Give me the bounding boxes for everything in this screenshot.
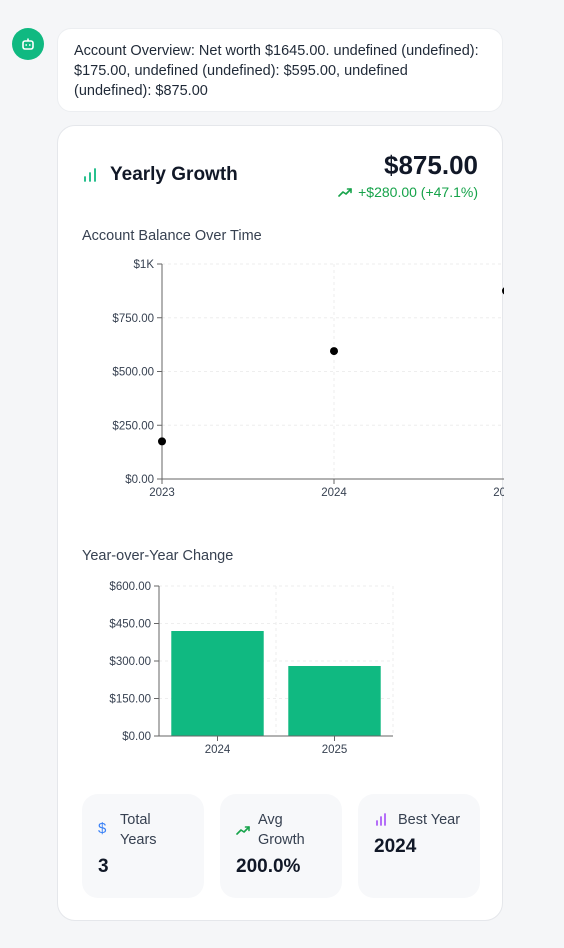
trending-up-icon — [236, 826, 250, 835]
assistant-avatar — [12, 28, 44, 60]
dollar-icon: $ — [98, 820, 107, 837]
y-tick-label: $750.00 — [112, 313, 154, 325]
stat-value: 3 — [98, 856, 109, 877]
stat-avg-growth: Avg Growth 200.0% — [220, 794, 342, 898]
stat-label: Total Years — [120, 812, 157, 848]
trending-up-icon — [338, 188, 352, 197]
x-tick-label: 2024 — [321, 487, 347, 499]
bar-chart-icon — [84, 168, 96, 182]
data-point — [158, 437, 166, 446]
card-title: Yearly Growth — [110, 164, 238, 185]
y-tick-label: $450.00 — [109, 619, 151, 631]
y-tick-label: $250.00 — [112, 420, 154, 432]
data-point — [502, 287, 504, 295]
x-tick-label: 2023 — [149, 487, 175, 499]
bar — [288, 666, 381, 736]
stat-value: 200.0% — [236, 856, 301, 877]
stat-best-year: Best Year 2024 — [358, 794, 480, 898]
current-value: $875.00 — [384, 150, 478, 180]
growth-change-text: +$280.00 (+47.1%) — [358, 184, 478, 200]
stat-label: Best Year — [398, 812, 461, 828]
yoy-chart: $0.00 $150.00 $300.00 $450.00 $600.00 2024 202… — [109, 581, 394, 756]
yearly-growth-card: Yearly Growth $875.00 +$280.00 (+47.1%) … — [57, 125, 504, 921]
stat-label: Avg Growth — [258, 812, 305, 848]
x-tick-label: 2025 — [322, 744, 348, 756]
yoy-chart-title: Year-over-Year Change — [82, 548, 234, 564]
y-tick-label: $500.00 — [112, 367, 154, 379]
x-tick-label: 2025 — [493, 487, 504, 499]
bar — [171, 631, 264, 736]
stat-total-years: $ Total Years 3 — [82, 794, 204, 898]
assistant-message: Account Overview: Net worth $1645.00. un… — [57, 28, 503, 112]
y-tick-label: $1K — [134, 259, 155, 271]
card-header: Yearly Growth — [82, 164, 238, 186]
bar-chart-icon — [376, 813, 386, 826]
y-tick-label: $600.00 — [109, 581, 151, 593]
x-tick-label: 2024 — [205, 744, 231, 756]
bot-icon — [22, 38, 34, 50]
y-tick-label: $150.00 — [109, 694, 151, 706]
balance-chart-title: Account Balance Over Time — [82, 228, 262, 244]
growth-change: +$280.00 (+47.1%) — [338, 184, 478, 200]
stat-value: 2024 — [374, 836, 417, 857]
y-tick-label: $0.00 — [125, 474, 154, 486]
message-text: Account Overview: Net worth $1645.00. un… — [74, 43, 479, 99]
y-tick-label: $300.00 — [109, 656, 151, 668]
y-tick-label: $0.00 — [122, 731, 151, 743]
data-point — [330, 347, 338, 356]
balance-chart: $0.00 $250.00 $500.00 $750.00 $1K 2023 2024 202… — [112, 259, 504, 499]
